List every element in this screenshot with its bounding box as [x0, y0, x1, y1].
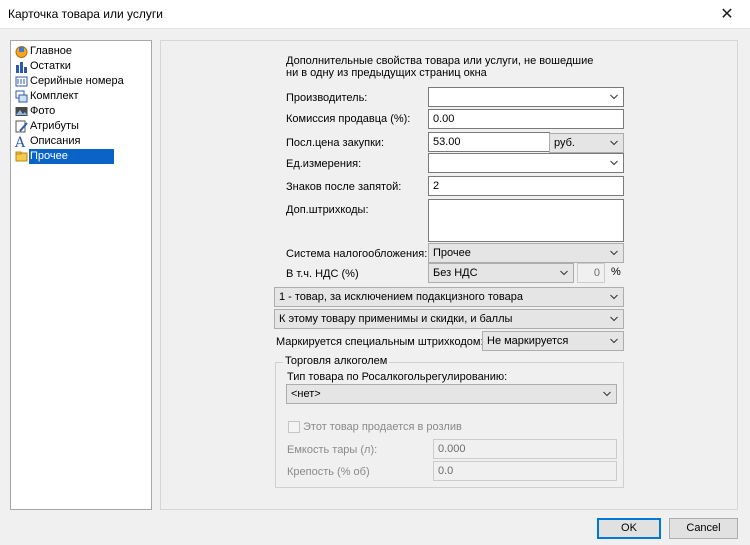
nav-item-attributes[interactable]: Атрибуты — [13, 119, 151, 134]
manufacturer-label: Производитель: — [286, 92, 368, 104]
unit-select[interactable] — [428, 153, 624, 173]
section-nav: Главное Остатки Серийные номера Комплект… — [10, 40, 152, 510]
vat-rate-input: 0 — [577, 263, 605, 283]
decimals-input[interactable]: 2 — [428, 176, 624, 196]
alcohol-type-value: <нет> — [291, 388, 321, 400]
window-title: Карточка товара или услуги — [8, 7, 163, 21]
chevron-down-icon — [610, 140, 618, 146]
bar-chart-icon — [15, 60, 28, 73]
draft-checkbox[interactable] — [288, 421, 300, 433]
tax-system-label: Система налогообложения: — [286, 248, 428, 260]
marking-value: Не маркируется — [487, 335, 569, 347]
manufacturer-select[interactable] — [428, 87, 624, 107]
alcohol-type-label: Тип товара по Росалкогольрегулированию: — [287, 371, 508, 383]
cancel-button[interactable]: Cancel — [669, 518, 738, 539]
nav-item-main[interactable]: Главное — [13, 44, 151, 59]
tax-system-select[interactable]: Прочее — [428, 243, 624, 263]
home-icon — [15, 45, 28, 58]
commission-input[interactable]: 0.00 — [428, 109, 624, 129]
vat-label: В т.ч. НДС (%) — [286, 268, 359, 280]
chevron-down-icon — [610, 338, 618, 344]
nav-item-stock[interactable]: Остатки — [13, 59, 151, 74]
discount-select[interactable]: К этому товару применимы и скидки, и бал… — [274, 309, 624, 329]
last-price-label: Посл.цена закупки: — [286, 137, 385, 149]
close-icon[interactable]: ✕ — [704, 0, 750, 29]
text-icon: A — [15, 135, 28, 148]
nav-item-serials[interactable]: Серийные номера — [13, 74, 151, 89]
folder-icon — [15, 150, 28, 163]
discount-value: К этому товару применимы и скидки, и бал… — [279, 313, 513, 325]
marking-select[interactable]: Не маркируется — [482, 331, 624, 351]
photo-icon — [15, 105, 28, 118]
chevron-down-icon — [603, 391, 611, 397]
alcohol-type-select[interactable]: <нет> — [286, 384, 617, 404]
vat-percent-sign: % — [611, 266, 621, 278]
description-line-2: ни в одну из предыдущих страниц окна — [286, 67, 487, 79]
nav-item-kit[interactable]: Комплект — [13, 89, 151, 104]
svg-text:A: A — [15, 135, 26, 148]
chevron-down-icon — [610, 250, 618, 256]
chevron-down-icon — [560, 270, 568, 276]
capacity-label: Емкость тары (л): — [287, 444, 378, 456]
chevron-down-icon — [610, 160, 618, 166]
kit-icon — [15, 90, 28, 103]
draft-label: Этот товар продается в розлив — [303, 421, 462, 433]
vat-value: Без НДС — [433, 267, 478, 279]
description-line-1: Дополнительные свойства товара или услуг… — [286, 55, 594, 67]
ok-button[interactable]: OK — [597, 518, 661, 539]
strength-label: Крепость (% об) — [287, 466, 370, 478]
vat-rate-value: 0 — [593, 267, 600, 279]
product-type-select[interactable]: 1 - товар, за исключением подакцизного т… — [274, 287, 624, 307]
capacity-input: 0.000 — [433, 439, 617, 459]
alcohol-group-title: Торговля алкоголем — [283, 355, 390, 367]
nav-item-photo[interactable]: Фото — [13, 104, 151, 119]
tax-system-value: Прочее — [433, 247, 471, 259]
nav-item-descriptions[interactable]: A Описания — [13, 134, 151, 149]
nav-item-other[interactable]: Прочее — [13, 149, 151, 164]
serial-number-icon — [15, 75, 28, 88]
chevron-down-icon — [610, 294, 618, 300]
marking-label: Маркируется специальным штрихкодом: — [276, 336, 484, 348]
unit-label: Ед.измерения: — [286, 158, 362, 170]
strength-input: 0.0 — [433, 461, 617, 481]
last-price-input[interactable]: 53.00 — [428, 132, 550, 152]
currency-value: руб. — [554, 137, 575, 149]
attributes-icon — [15, 120, 28, 133]
title-bar: Карточка товара или услуги ✕ — [0, 0, 750, 29]
commission-label: Комиссия продавца (%): — [286, 113, 411, 125]
product-type-value: 1 - товар, за исключением подакцизного т… — [279, 291, 523, 303]
vat-select[interactable]: Без НДС — [428, 263, 574, 283]
chevron-down-icon — [610, 94, 618, 100]
barcodes-label: Доп.штрихкоды: — [286, 204, 369, 216]
currency-select[interactable]: руб. — [549, 133, 624, 153]
chevron-down-icon — [610, 316, 618, 322]
barcodes-textarea[interactable] — [428, 199, 624, 242]
decimals-label: Знаков после запятой: — [286, 181, 402, 193]
